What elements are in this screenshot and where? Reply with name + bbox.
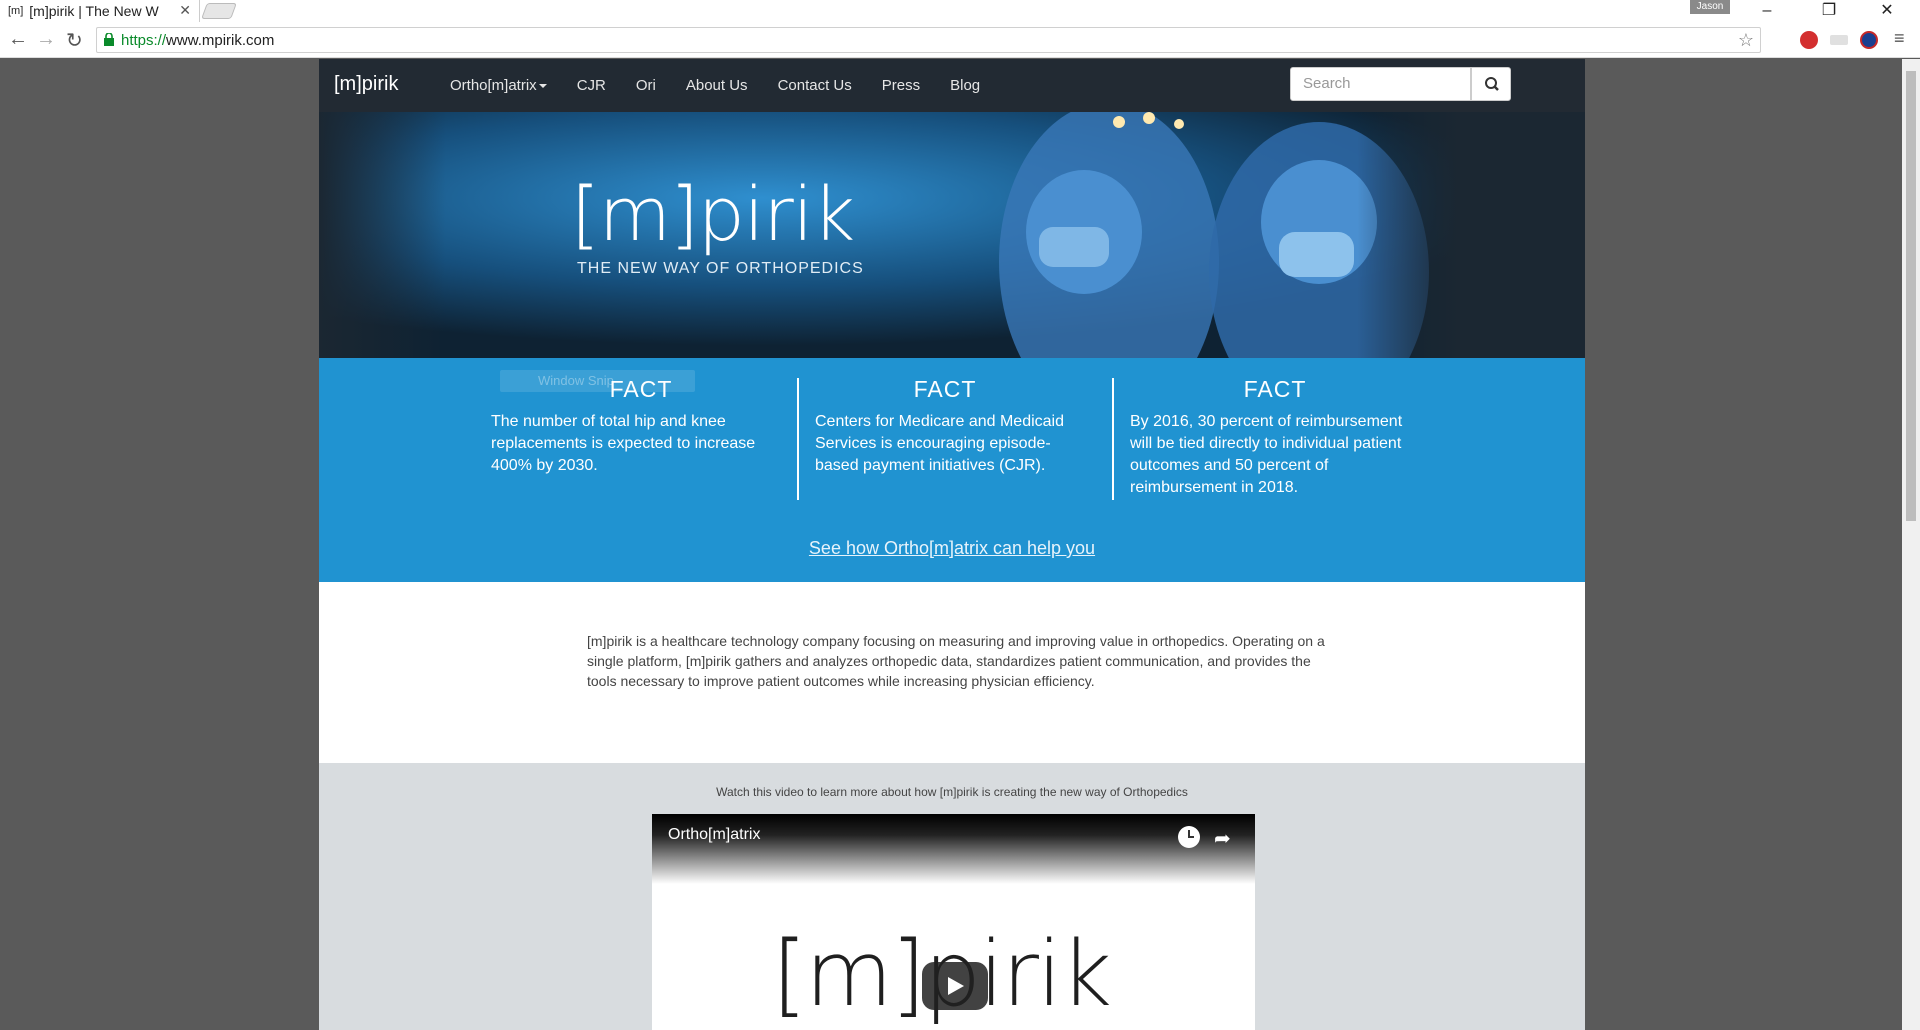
close-window-icon[interactable]: ✕ [1864, 0, 1910, 22]
nav-about-us[interactable]: About Us [671, 59, 763, 112]
fact-heading: FACT [913, 376, 977, 402]
page-scrollbar[interactable] [1902, 59, 1920, 1030]
nav-contact-us[interactable]: Contact Us [763, 59, 867, 112]
bookmark-star-icon[interactable]: ☆ [1738, 30, 1754, 51]
extension-icon[interactable] [1800, 31, 1818, 49]
video-title[interactable]: Ortho[m]atrix [668, 826, 760, 844]
menu-icon[interactable]: ≡ [1894, 28, 1905, 49]
site-navbar: [m]pirik Ortho[m]atrix CJR Ori About Us … [319, 59, 1585, 112]
lock-icon [104, 33, 114, 46]
new-tab-button[interactable] [201, 3, 237, 19]
browser-toolbar: ← → ↻ https://www.mpirik.com ☆ ≡ [0, 22, 1920, 58]
fact-text: The number of total hip and knee replace… [491, 413, 756, 474]
address-bar[interactable]: https://www.mpirik.com ☆ [96, 27, 1761, 53]
hero-banner: [m]pirik THE NEW WAY OF ORTHOPEDICS [319, 112, 1585, 358]
search-button[interactable] [1471, 67, 1511, 101]
about-paragraph: [m]pirik is a healthcare technology comp… [587, 633, 1325, 689]
search-input[interactable]: Search [1290, 67, 1471, 101]
video-header [652, 814, 1255, 884]
url-text: https://www.mpirik.com [121, 32, 275, 49]
video-section: Watch this video to learn more about how… [319, 763, 1585, 1030]
site-container: [m]pirik Ortho[m]atrix CJR Ori About Us … [319, 59, 1585, 1030]
forward-arrow-icon[interactable]: → [36, 28, 56, 51]
fact-divider [1112, 378, 1114, 500]
nav-ori[interactable]: Ori [621, 59, 671, 112]
restore-icon[interactable]: ❐ [1806, 0, 1852, 22]
fact-2: FACT Centers for Medicare and Medicaid S… [815, 376, 1075, 477]
caret-down-icon [538, 84, 547, 89]
reload-icon[interactable]: ↻ [66, 28, 83, 53]
back-arrow-icon[interactable]: ← [8, 28, 28, 51]
surgeons-image [319, 112, 1585, 358]
browser-tab[interactable]: [m] [m]pirik | The New W ✕ [0, 0, 200, 22]
hero-tagline: THE NEW WAY OF ORTHOPEDICS [577, 260, 864, 277]
tab-title: [m]pirik | The New W [29, 3, 159, 19]
search-icon [1485, 77, 1499, 91]
nav-orthomatrix[interactable]: Ortho[m]atrix [435, 59, 562, 112]
nav-cjr[interactable]: CJR [562, 59, 621, 112]
video-caption: Watch this video to learn more about how… [716, 785, 1188, 799]
favicon-icon: [m] [8, 5, 24, 17]
orthomatrix-cta-link[interactable]: See how Ortho[m]atrix can help you [319, 538, 1585, 559]
share-icon[interactable]: ➦ [1214, 826, 1231, 851]
nav-press[interactable]: Press [867, 59, 935, 112]
extension-icon[interactable] [1860, 31, 1878, 49]
watch-later-icon[interactable] [1178, 826, 1200, 848]
fact-text: By 2016, 30 percent of reimbursement wil… [1130, 413, 1403, 496]
browser-tab-strip: [m] [m]pirik | The New W ✕ Jason – ❐ ✕ [0, 0, 1920, 22]
fact-text: Centers for Medicare and Medicaid Servic… [815, 413, 1065, 474]
close-tab-icon[interactable]: ✕ [179, 2, 191, 19]
page-viewport: [m]pirik Ortho[m]atrix CJR Ori About Us … [0, 59, 1902, 1030]
profile-badge[interactable]: Jason [1690, 0, 1730, 14]
window-snip-overlay: Window Snip [500, 370, 695, 392]
extension-icon[interactable] [1830, 35, 1848, 45]
fact-3: FACT By 2016, 30 percent of reimbursemen… [1130, 376, 1420, 499]
scrollbar-thumb[interactable] [1906, 71, 1916, 521]
nav-blog[interactable]: Blog [935, 59, 995, 112]
video-player[interactable]: Ortho[m]atrix ➦ [m]pirik [652, 814, 1255, 1030]
nav-links: Ortho[m]atrix CJR Ori About Us Contact U… [435, 59, 995, 112]
fact-divider [797, 378, 799, 500]
play-button[interactable] [922, 962, 988, 1010]
fact-heading: FACT [1243, 376, 1307, 402]
minimize-icon[interactable]: – [1744, 0, 1790, 22]
hero-logo: [m]pirik [571, 172, 855, 258]
brand-link[interactable]: [m]pirik [334, 73, 398, 96]
